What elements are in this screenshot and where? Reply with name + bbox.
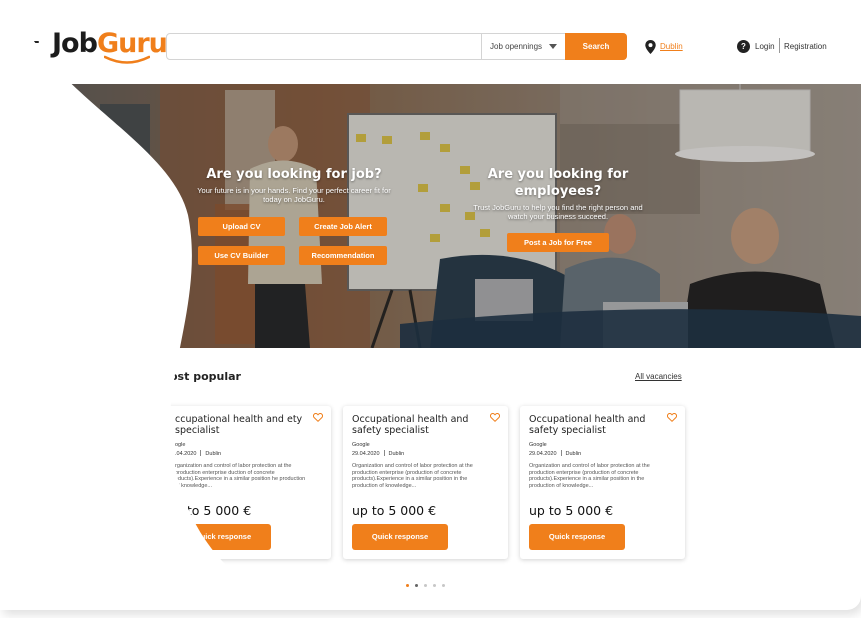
jobguru-page: JobGuru Job opennings Search Dublin ? Lo… bbox=[0, 0, 861, 610]
decorative-curve bbox=[0, 0, 300, 610]
screenshot-stage: JobGuru Job opennings Search Dublin ? Lo… bbox=[0, 0, 861, 618]
